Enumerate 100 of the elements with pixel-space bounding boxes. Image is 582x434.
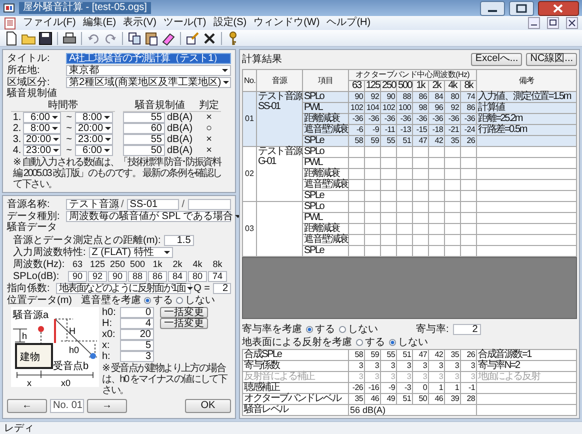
delete-icon[interactable]: [202, 30, 217, 46]
time-dropdown[interactable]: 8:00: [23, 123, 61, 134]
table-cell: 3: [444, 360, 460, 372]
caret-icon: [105, 127, 112, 130]
field-label: 地表面による反射を考慮: [242, 336, 352, 348]
time-dropdown[interactable]: 23:00: [23, 145, 61, 156]
position-field[interactable]: 4: [120, 318, 154, 329]
spl-field[interactable]: 80: [188, 270, 207, 282]
time-dropdown[interactable]: 8:00: [75, 112, 113, 123]
table-cell: 51: [396, 394, 412, 404]
row-number[interactable]: 03: [242, 202, 256, 256]
eraser-icon[interactable]: [161, 30, 176, 46]
ok-button[interactable]: OK: [185, 398, 231, 412]
limit-field[interactable]: 60: [123, 123, 165, 134]
printer-icon[interactable]: [62, 30, 77, 46]
menu-item[interactable]: ヘルプ(H): [326, 17, 371, 29]
position-field[interactable]: 5: [120, 340, 154, 351]
table-cell: オクターブバンドレベル: [242, 394, 348, 404]
minimize-icon[interactable]: [480, 0, 505, 16]
table-cell: 3: [460, 372, 476, 382]
time-dropdown[interactable]: 6:00: [75, 145, 113, 156]
next-button[interactable]: →: [87, 398, 127, 412]
close-icon[interactable]: [538, 0, 579, 16]
table-cell: 地面による反射: [476, 372, 576, 382]
radio-button[interactable]: する: [306, 324, 335, 334]
caret-icon: [104, 116, 110, 119]
time-dropdown[interactable]: 20:00: [75, 123, 113, 134]
table-cell: 3: [380, 372, 396, 382]
edit-icon[interactable]: [185, 30, 200, 46]
receiver-point: [90, 353, 96, 359]
radio-button[interactable]: しない: [389, 336, 428, 348]
field-label: 指向係数:: [7, 282, 51, 294]
record-number-field[interactable]: No. 01: [50, 398, 84, 412]
ratio-field[interactable]: 2: [452, 324, 481, 334]
input-field[interactable]: [188, 198, 231, 210]
time-dropdown[interactable]: 6:00: [23, 112, 61, 123]
restore-icon[interactable]: [547, 17, 559, 29]
table-cell: 遮音壁減衰: [302, 180, 348, 190]
row-number[interactable]: 02: [242, 146, 256, 202]
field-label: h:: [102, 351, 112, 362]
radio-button[interactable]: しない: [339, 324, 378, 334]
limit-field[interactable]: 50: [123, 145, 165, 156]
table-cell: 寄与率N=2: [476, 360, 576, 372]
range-separator: ~: [65, 145, 73, 156]
source-code-field[interactable]: SS-01: [126, 198, 179, 210]
menu-item[interactable]: 編集(E): [82, 17, 116, 29]
q-field[interactable]: 2: [213, 282, 231, 294]
source-name-field[interactable]: テスト音源: [66, 198, 118, 210]
spl-field[interactable]: 86: [148, 270, 167, 282]
radio-button[interactable]: しない: [176, 294, 215, 306]
position-field[interactable]: 0: [120, 307, 154, 318]
range-separator: ~: [65, 112, 73, 123]
previous-button[interactable]: ←: [7, 398, 47, 412]
table-cell: 35: [348, 394, 364, 404]
maximize-icon[interactable]: [509, 0, 534, 16]
spl-field[interactable]: 92: [88, 270, 107, 282]
menu-item[interactable]: ファイル(F): [23, 17, 76, 29]
table-cell: 行路差=0.5m: [476, 124, 576, 136]
field-label: H:: [102, 318, 113, 329]
minimize-icon[interactable]: [528, 17, 540, 29]
export-button[interactable]: NC線図...: [526, 52, 577, 66]
directivity-dropdown[interactable]: 地表面などのように反射面が1面: [56, 282, 191, 294]
menu-item[interactable]: 表示(V): [123, 17, 156, 29]
position-field[interactable]: 20: [120, 329, 154, 340]
radio-button[interactable]: する: [356, 336, 385, 348]
spl-field[interactable]: 90: [108, 270, 127, 282]
position-field[interactable]: 3: [120, 351, 154, 362]
bulk-change-button[interactable]: 一括変更: [160, 318, 208, 329]
copy-icon[interactable]: [127, 30, 142, 46]
menu-item[interactable]: ウィンドウ(W): [254, 17, 320, 29]
export-button[interactable]: Excelへ...: [471, 52, 522, 66]
document-icon[interactable]: [4, 16, 16, 30]
menu-item[interactable]: 設定(S): [213, 17, 247, 29]
spl-field[interactable]: 84: [168, 270, 187, 282]
distance-field[interactable]: 1.5: [164, 234, 194, 246]
radio-button[interactable]: する: [144, 294, 173, 306]
judgement-mark: ×: [205, 145, 213, 156]
spl-field[interactable]: 74: [208, 270, 227, 282]
table-cell: 聴感補正: [242, 382, 348, 394]
column-header: 判定: [197, 100, 221, 112]
diagram-label: h0: [69, 345, 80, 355]
limit-field[interactable]: 55: [123, 112, 165, 123]
weighting-dropdown[interactable]: Z (FLAT) 特性: [88, 246, 173, 258]
unit-label: dB(A): [166, 145, 194, 156]
bulk-change-button[interactable]: 一括変更: [160, 307, 208, 318]
time-dropdown[interactable]: 23:00: [75, 134, 113, 145]
zone-dropdown[interactable]: 第2種区域(商業地区及準工業地区): [66, 76, 231, 88]
spl-field[interactable]: 88: [128, 270, 147, 282]
paste-icon[interactable]: [144, 30, 159, 46]
title-field[interactable]: A社工場騒音の予測計算（テスト1）: [66, 52, 231, 64]
table-cell: 計算値: [476, 102, 576, 114]
location-dropdown[interactable]: 東京都: [66, 64, 231, 76]
row-number: 3.: [12, 134, 22, 145]
menu-item[interactable]: ツール(T): [163, 17, 206, 29]
save-icon[interactable]: [38, 30, 53, 46]
limit-field[interactable]: 55: [123, 134, 165, 145]
row-number[interactable]: 01: [242, 92, 256, 146]
time-dropdown[interactable]: 20:00: [23, 134, 61, 145]
close-icon[interactable]: [566, 17, 578, 29]
spl-field[interactable]: 90: [68, 270, 87, 282]
